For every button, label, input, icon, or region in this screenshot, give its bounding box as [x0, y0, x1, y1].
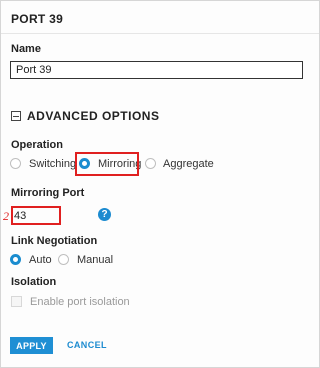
radio-aggregate[interactable]: [145, 158, 156, 169]
radio-auto[interactable]: [10, 254, 21, 265]
panel-title: PORT 39: [11, 12, 64, 26]
advanced-options-header: ADVANCED OPTIONS: [27, 109, 160, 123]
port-isolation-checkbox[interactable]: [11, 296, 22, 307]
isolation-label: Isolation: [11, 276, 57, 288]
mirroring-port-label: Mirroring Port: [11, 187, 85, 199]
mirroring-highlight-box: [75, 152, 139, 176]
operation-label: Operation: [11, 139, 63, 151]
link-option-auto[interactable]: Auto: [29, 254, 52, 266]
radio-manual[interactable]: [58, 254, 69, 265]
apply-button[interactable]: APPLY: [10, 337, 53, 354]
operation-option-switching[interactable]: Switching: [29, 158, 76, 170]
name-label: Name: [11, 43, 41, 55]
collapse-icon: [11, 111, 21, 121]
title-divider: [1, 33, 319, 34]
mirroring-port-highlight-box: [11, 206, 61, 225]
advanced-options-toggle[interactable]: ADVANCED OPTIONS: [11, 109, 159, 123]
port-name-input[interactable]: [10, 61, 303, 79]
help-icon[interactable]: ?: [98, 208, 111, 221]
port-settings-panel: PORT 39 Name ADVANCED OPTIONS Operation …: [0, 0, 320, 368]
radio-switching[interactable]: [10, 158, 21, 169]
step-number-annotation: 2: [3, 209, 9, 223]
link-negotiation-label: Link Negotiation: [11, 235, 98, 247]
link-option-manual[interactable]: Manual: [77, 254, 113, 266]
operation-option-aggregate[interactable]: Aggregate: [163, 158, 214, 170]
port-isolation-label[interactable]: Enable port isolation: [30, 296, 130, 308]
cancel-button[interactable]: CANCEL: [67, 340, 107, 350]
